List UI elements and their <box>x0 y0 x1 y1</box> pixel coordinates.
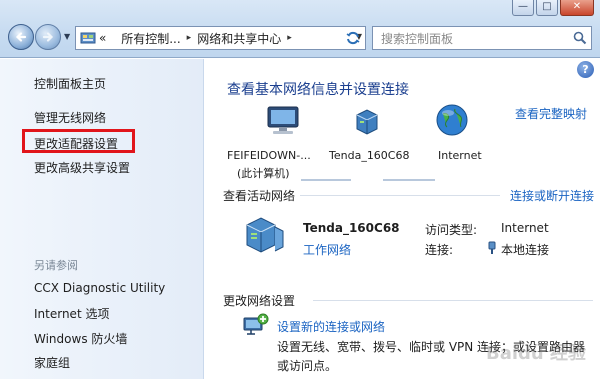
search-input[interactable]: 搜索控制面板 <box>381 30 453 47</box>
recent-pages-dropdown-icon[interactable]: ▼ <box>64 32 70 41</box>
setup-new-connection-link[interactable]: 设置新的连接或网络 <box>277 318 385 335</box>
address-overflow[interactable]: « <box>99 31 106 45</box>
access-type-label: 访问类型: <box>425 223 478 237</box>
see-also-ccx[interactable]: CCX Diagnostic Utility <box>34 281 165 295</box>
map-connector <box>301 179 351 181</box>
wired-connection-icon <box>487 241 497 258</box>
window-controls: — □ ✕ <box>510 0 594 16</box>
sidebar-item-manage-wireless[interactable]: 管理无线网络 <box>34 109 106 126</box>
active-networks-header: 查看活动网络 <box>223 189 296 203</box>
left-pane: 控制面板主页 管理无线网络 更改适配器设置 更改高级共享设置 另请参阅 CCX … <box>0 59 204 379</box>
computer-sub-label: (此计算机) <box>237 167 290 180</box>
connect-disconnect-link[interactable]: 连接或断开连接 <box>510 187 594 204</box>
close-button[interactable]: ✕ <box>560 0 594 16</box>
new-connection-icon <box>241 312 269 341</box>
sidebar-item-advanced-sharing[interactable]: 更改高级共享设置 <box>34 159 130 176</box>
change-settings-header: 更改网络设置 <box>223 294 296 308</box>
access-type-value: Internet <box>501 221 549 235</box>
watermark: Baidu 经验 <box>485 343 586 364</box>
map-connector <box>383 179 435 181</box>
see-also-firewall[interactable]: Windows 防火墙 <box>34 330 127 347</box>
internet-label: Internet <box>438 149 482 162</box>
search-box[interactable]: 搜索控制面板 <box>372 26 592 50</box>
router-label: Tenda_160C68 <box>329 149 410 162</box>
back-button[interactable] <box>8 24 34 50</box>
computer-icon[interactable] <box>265 105 301 140</box>
divider <box>300 195 500 196</box>
arrow-left-icon <box>15 32 27 42</box>
breadcrumb-separator-icon <box>112 33 115 43</box>
refresh-button[interactable] <box>342 27 364 49</box>
chevron-right-icon[interactable]: ▸ <box>187 33 192 43</box>
network-type-link[interactable]: 工作网络 <box>303 241 351 258</box>
network-icon <box>243 213 289 256</box>
control-panel-home-link[interactable]: 控制面板主页 <box>34 75 106 92</box>
minimize-button[interactable]: — <box>512 0 534 16</box>
control-panel-icon <box>80 31 96 45</box>
connection-label: 连接: <box>425 243 454 257</box>
see-also-internet-options[interactable]: Internet 选项 <box>34 305 109 322</box>
router-icon[interactable] <box>351 107 383 140</box>
see-also-header: 另请参阅 <box>34 259 78 272</box>
page-title: 查看基本网络信息并设置连接 <box>227 82 409 98</box>
globe-icon[interactable] <box>435 103 469 140</box>
divider <box>313 300 593 301</box>
refresh-icon <box>346 31 360 45</box>
highlight-box <box>22 129 135 153</box>
breadcrumb-network-center[interactable]: 网络和共享中心 <box>197 30 281 47</box>
main-pane: ? 查看基本网络信息并设置连接 查看完整映射 FEIFEIDOWN-... (此… <box>205 59 600 379</box>
search-icon[interactable] <box>573 31 587 48</box>
address-bar[interactable]: « 所有控制... ▸ 网络和共享中心 ▸ ▼ <box>75 26 366 50</box>
network-name: Tenda_160C68 <box>303 221 400 235</box>
help-icon[interactable]: ? <box>577 61 594 78</box>
maximize-button[interactable]: □ <box>536 0 558 16</box>
full-map-link[interactable]: 查看完整映射 <box>515 105 587 122</box>
computer-name-label: FEIFEIDOWN-... <box>227 149 311 162</box>
window-chrome: — □ ✕ ▼ « 所有控制... ▸ 网络和共享中心 ▸ ▼ 搜索控制面板 <box>0 0 600 58</box>
arrow-right-icon <box>42 32 54 42</box>
local-connection-link[interactable]: 本地连接 <box>501 241 549 258</box>
breadcrumb-all-control-panel[interactable]: 所有控制... <box>121 30 180 47</box>
see-also-homegroup[interactable]: 家庭组 <box>34 354 70 371</box>
chevron-right-icon[interactable]: ▸ <box>287 33 292 43</box>
forward-button[interactable] <box>35 24 61 50</box>
